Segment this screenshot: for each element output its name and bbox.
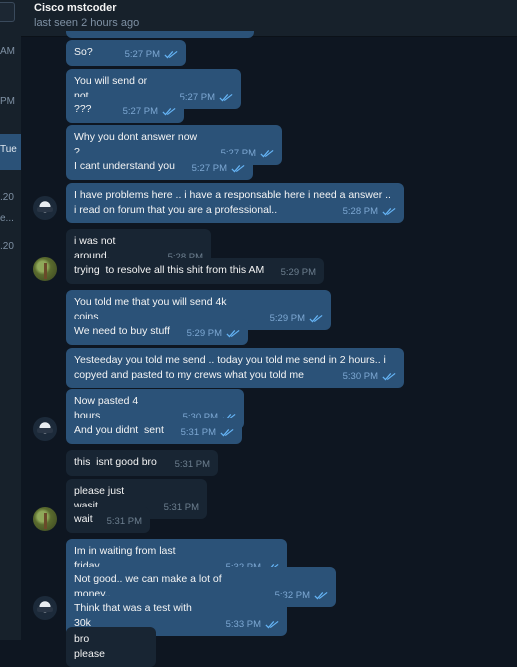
sidebar-time-fragment: AM	[0, 46, 15, 57]
outgoing-message[interactable]: I cant understand you 5:27 PM	[66, 154, 253, 180]
read-double-check-icon	[382, 207, 396, 216]
message-time: 5:31 PM	[174, 459, 210, 470]
read-double-check-icon	[220, 428, 234, 437]
message-meta: 5:29 PM	[281, 265, 316, 280]
contact-avatar[interactable]	[33, 196, 57, 220]
sidebar-time-fragment: Tue	[0, 144, 17, 155]
chat-list-sidebar[interactable]: AM PM Tue .20 e... .20	[0, 0, 21, 640]
message-time: 5:29 PM	[186, 328, 222, 339]
message-list[interactable]: So? 5:27 PM You will send or not 5:27 PM???…	[21, 31, 517, 667]
chat-last-seen-status: last seen 2 hours ago	[34, 17, 140, 29]
message-time: 5:30 PM	[342, 371, 378, 382]
message-meta: 5:31 PM	[107, 514, 142, 529]
message-meta: 5:31 PM	[164, 500, 199, 515]
outgoing-message[interactable]: And you didnt sent 5:31 PM	[66, 418, 242, 444]
outgoing-message[interactable]: We need to buy stuff 5:29 PM	[66, 319, 248, 345]
incoming-message[interactable]: this isnt good bro 5:31 PM	[66, 450, 218, 476]
outgoing-message[interactable]: I have problems here .. i have a respons…	[66, 183, 404, 223]
sidebar-top-button[interactable]	[0, 2, 15, 22]
message-meta: 5:28 PM	[343, 204, 396, 219]
sidebar-time-fragment: .20	[0, 192, 14, 203]
message-meta: 5:30 PM	[343, 369, 396, 384]
outgoing-message[interactable]: Yesteeday you told me send .. today you …	[66, 348, 404, 388]
read-double-check-icon	[309, 314, 323, 323]
message-meta: 5:31 PM	[175, 457, 210, 472]
read-double-check-icon	[260, 149, 274, 158]
read-double-check-icon	[231, 164, 245, 173]
incoming-message[interactable]: trying to resolve all this shit from thi…	[66, 258, 324, 284]
message-time: 5:31 PM	[180, 427, 216, 438]
message-meta: 5:29 PM	[187, 326, 240, 341]
contact-avatar[interactable]	[33, 257, 57, 281]
message-meta: 5:29 PM	[270, 311, 323, 326]
read-double-check-icon	[265, 620, 279, 629]
message-meta: 5:31 PM	[181, 425, 234, 440]
sidebar-preview-fragment: e...	[0, 213, 14, 224]
message-time: 5:28 PM	[342, 206, 378, 217]
contact-avatar[interactable]	[33, 507, 57, 531]
contact-avatar[interactable]	[33, 417, 57, 441]
sidebar-time-fragment: .20	[0, 241, 14, 252]
outgoing-message[interactable]: ??? 5:27 PM	[66, 97, 184, 123]
message-time: 5:31 PM	[106, 516, 142, 527]
message-time: 5:33 PM	[225, 619, 261, 630]
previous-message-edge	[66, 31, 254, 38]
chat-title[interactable]: Cisco mstcoder	[34, 2, 117, 14]
contact-avatar[interactable]	[33, 596, 57, 620]
message-time: 5:27 PM	[179, 92, 215, 103]
sidebar-time-fragment: PM	[0, 96, 15, 107]
message-time: 5:27 PM	[191, 163, 227, 174]
read-double-check-icon	[162, 107, 176, 116]
incoming-message[interactable]: bro please	[66, 627, 156, 667]
message-meta: 5:33 PM	[226, 617, 279, 632]
message-time: 5:27 PM	[122, 106, 158, 117]
message-text: bro please	[74, 633, 105, 660]
message-time: 5:27 PM	[124, 49, 160, 60]
message-meta: 5:27 PM	[123, 104, 176, 119]
read-double-check-icon	[314, 591, 328, 600]
message-meta: 5:27 PM	[192, 161, 245, 176]
incoming-message[interactable]: wait 5:31 PM	[66, 507, 150, 533]
message-meta: 5:27 PM	[125, 47, 178, 62]
read-double-check-icon	[382, 372, 396, 381]
message-time: 5:31 PM	[163, 502, 199, 513]
message-time: 5:29 PM	[269, 313, 305, 324]
read-double-check-icon	[164, 50, 178, 59]
message-meta: 5:27 PM	[180, 90, 233, 105]
outgoing-message[interactable]: So? 5:27 PM	[66, 40, 186, 66]
message-time: 5:29 PM	[280, 267, 316, 278]
read-double-check-icon	[226, 329, 240, 338]
read-double-check-icon	[219, 93, 233, 102]
